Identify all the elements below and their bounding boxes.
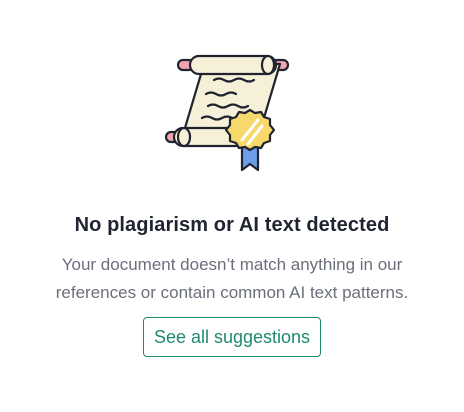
empty-state-title: No plagiarism or AI text detected: [74, 214, 390, 236]
empty-state-message: Your document doesn’t match anything in …: [12, 251, 452, 307]
empty-state-panel: No plagiarism or AI text detected Your d…: [0, 0, 464, 412]
see-all-suggestions-button[interactable]: See all suggestions: [142, 317, 322, 357]
certificate-scroll-icon: [164, 54, 290, 172]
empty-state-message-line2: references or contain common AI text pat…: [55, 283, 409, 302]
empty-state-message-line1: Your document doesn’t match anything in …: [61, 255, 403, 274]
